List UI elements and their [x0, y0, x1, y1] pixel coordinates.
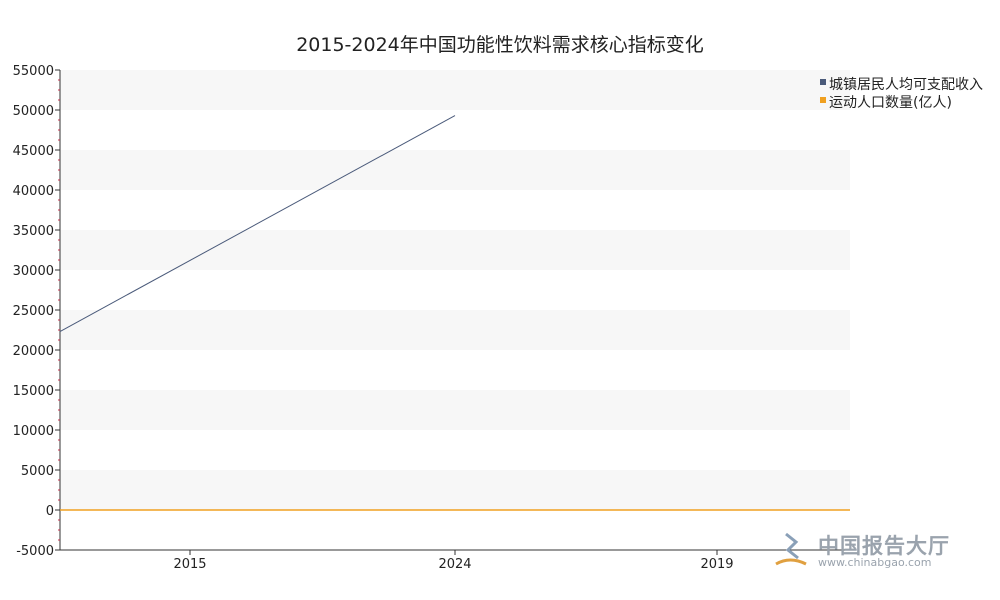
x-tick-label: 2015 [173, 557, 206, 572]
watermark-url: www.chinabgao.com [818, 556, 932, 569]
line-chart: -5000 0 5000 10000 15000 20000 25000 30000 35000… [13, 64, 983, 572]
y-tick-label: 25000 [13, 304, 54, 319]
legend-label: 运动人口数量(亿人) [829, 95, 952, 111]
x-tick-label: 2024 [438, 557, 471, 572]
legend-label: 城镇居民人均可支配收入 [829, 77, 983, 93]
grid-band [60, 230, 850, 270]
y-tick-label: 10000 [13, 424, 54, 439]
grid-bands [60, 70, 850, 510]
y-tick-label: 45000 [13, 144, 54, 159]
y-tick-label: 15000 [13, 384, 54, 399]
y-tick-label: 35000 [13, 224, 54, 239]
y-tick-label: 20000 [13, 344, 54, 359]
y-tick-label: 40000 [13, 184, 54, 199]
y-axis-ticks: -5000 0 5000 10000 15000 20000 25000 30000 35000… [13, 64, 60, 559]
legend-swatch [820, 97, 826, 103]
grid-band [60, 70, 850, 110]
grid-band [60, 310, 850, 350]
grid-band [60, 150, 850, 190]
legend-swatch [820, 79, 826, 85]
y-tick-label: 5000 [21, 464, 54, 479]
y-tick-label: 30000 [13, 264, 54, 279]
watermark-logo-icon [775, 532, 807, 566]
y-tick-label: 50000 [13, 104, 54, 119]
x-tick-label: 2019 [700, 557, 733, 572]
y-tick-label: 0 [46, 504, 54, 519]
x-axis-ticks: 2015 2024 2019 [173, 550, 734, 572]
series-line-income [59, 115, 456, 332]
watermark: 中国报告大厅 www.chinabgao.com [772, 528, 972, 572]
grid-band [60, 470, 850, 510]
grid-band [60, 390, 850, 430]
y-tick-label: -5000 [16, 544, 54, 559]
y-tick-label: 55000 [13, 64, 54, 79]
